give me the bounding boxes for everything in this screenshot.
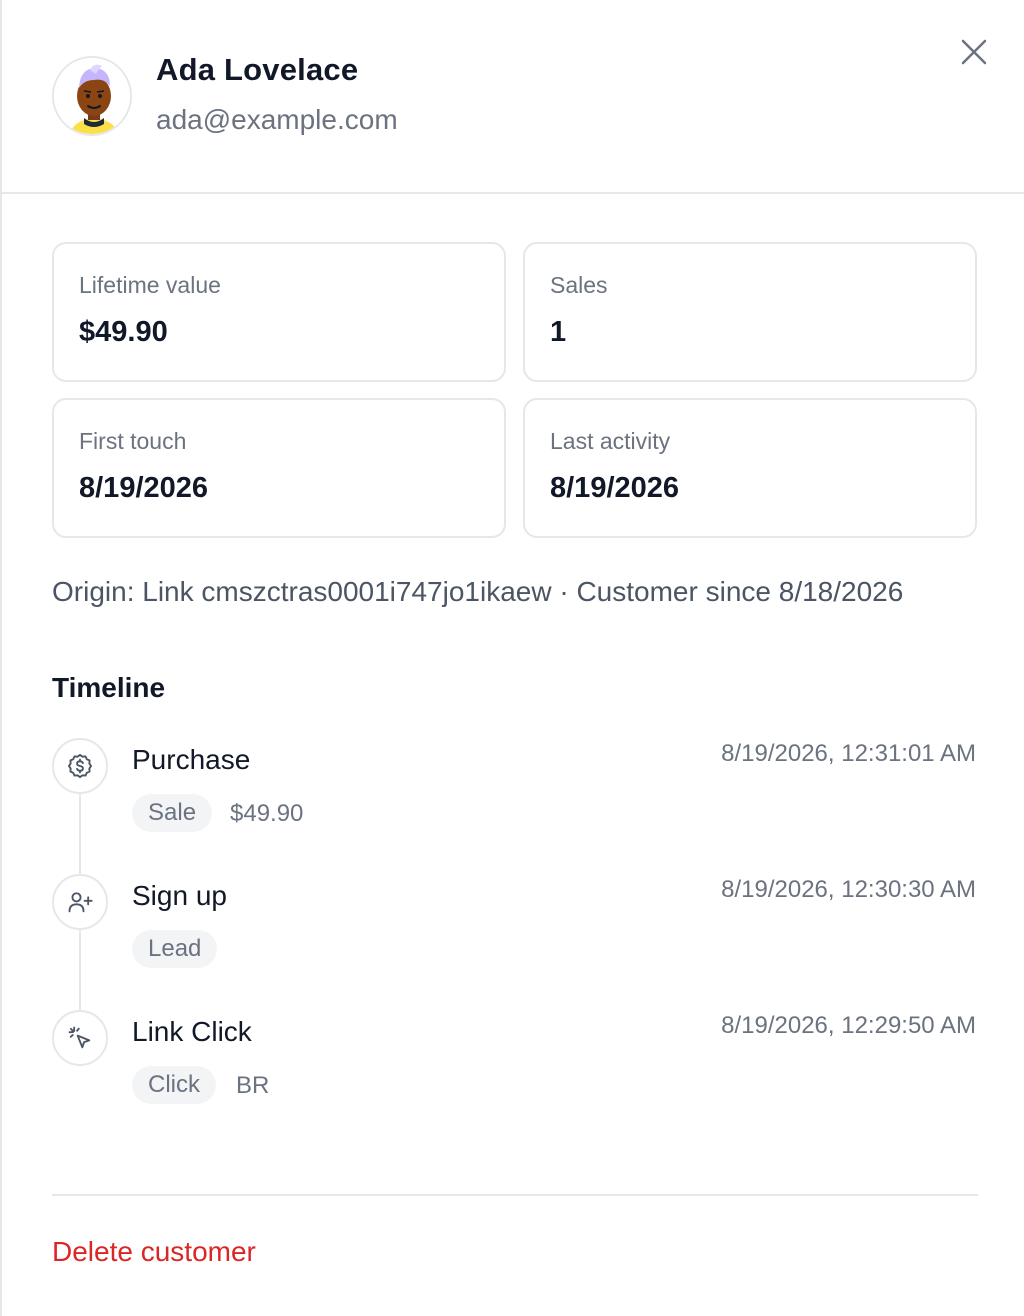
stat-label: Sales <box>550 272 608 298</box>
stat-value: 1 <box>550 316 567 348</box>
stat-value: $49.90 <box>79 316 168 348</box>
footer-divider <box>52 1194 978 1196</box>
event-badge: Lead <box>132 930 218 968</box>
customer-name: Ada Lovelace <box>156 52 359 87</box>
stat-card-sales: Sales 1 <box>523 242 977 382</box>
origin-info: Origin: Link cmszctras0001i747jo1ikaew ·… <box>52 576 904 607</box>
timeline-connector <box>79 930 81 1012</box>
cursor-click-icon <box>52 1010 108 1066</box>
event-badge: Click <box>132 1066 216 1104</box>
stat-card-first-touch: First touch 8/19/2026 <box>52 398 506 538</box>
event-badge: Sale <box>132 794 213 832</box>
close-icon[interactable] <box>954 32 994 72</box>
event-title: Link Click <box>132 1016 252 1047</box>
event-title: Sign up <box>132 880 227 911</box>
stat-label: First touch <box>79 428 187 454</box>
customer-detail-panel: Ada Lovelace ada@example.com Lifetime va… <box>0 0 1024 1316</box>
event-time: 8/19/2026, 12:30:30 AM <box>721 876 976 903</box>
panel-header: Ada Lovelace ada@example.com <box>2 0 1024 194</box>
stat-value: 8/19/2026 <box>79 472 209 504</box>
delete-customer-button[interactable]: Delete customer <box>52 1236 256 1268</box>
event-country: BR <box>236 1072 270 1099</box>
stat-card-lifetime-value: Lifetime value $49.90 <box>52 242 506 382</box>
stat-value: 8/19/2026 <box>550 472 680 504</box>
event-amount: $49.90 <box>230 800 304 827</box>
customer-avatar <box>52 56 132 136</box>
user-plus-icon <box>52 874 108 930</box>
timeline-connector <box>79 794 81 876</box>
dollar-circle-icon <box>52 738 108 794</box>
stat-label: Lifetime value <box>79 272 221 298</box>
stat-label: Last activity <box>550 428 671 454</box>
timeline-heading: Timeline <box>52 672 166 703</box>
customer-email: ada@example.com <box>156 104 398 135</box>
stat-card-last-activity: Last activity 8/19/2026 <box>523 398 977 538</box>
event-time: 8/19/2026, 12:31:01 AM <box>721 740 976 767</box>
event-time: 8/19/2026, 12:29:50 AM <box>721 1012 976 1039</box>
event-title: Purchase <box>132 744 251 775</box>
